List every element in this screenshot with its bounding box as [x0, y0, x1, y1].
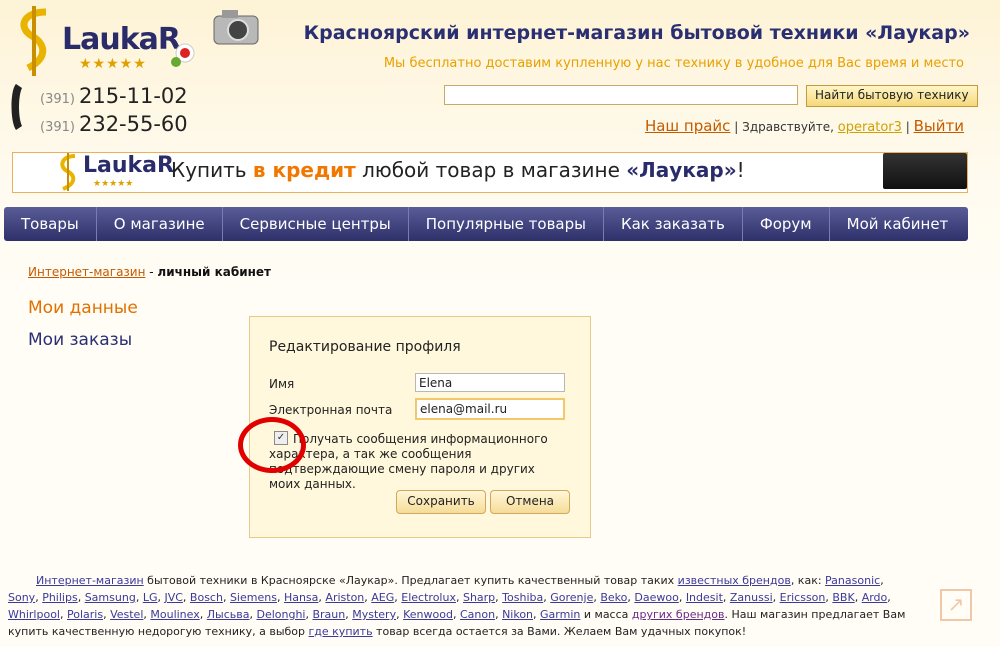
sidebar-my-orders[interactable]: Мои заказы: [28, 330, 132, 350]
footer-brand-link[interactable]: Panasonic: [825, 574, 880, 587]
footer-other-brands-link[interactable]: других брендов: [632, 608, 725, 621]
save-button[interactable]: Сохранить: [396, 490, 486, 514]
price-list-link[interactable]: Наш прайс: [645, 117, 730, 135]
nav-service-centers[interactable]: Сервисные центры: [223, 207, 409, 241]
user-bar: Наш прайс | Здравствуйте, operator3 | Вы…: [645, 117, 964, 135]
credit-banner[interactable]: LaukaR ★★★★★ Купить в кредит любой товар…: [12, 152, 968, 193]
footer-brand-link[interactable]: Samsung: [85, 591, 136, 604]
site-subtitle: Мы бесплатно доставим купленную у нас те…: [383, 56, 964, 71]
site-title: Красноярский интернет-магазин бытовой те…: [303, 22, 970, 44]
footer-brand-link[interactable]: Mystery: [352, 608, 396, 621]
footer-brand-link[interactable]: AEG: [371, 591, 394, 604]
footer-shop-link[interactable]: Интернет-магазин: [36, 574, 144, 587]
footer-brand-link[interactable]: Лысьва: [207, 608, 250, 621]
nav-my-account[interactable]: Мой кабинет: [830, 207, 966, 241]
logout-link[interactable]: Выйти: [914, 117, 964, 135]
footer-brand-link[interactable]: Kenwood: [403, 608, 453, 621]
search-input[interactable]: [444, 85, 798, 105]
phone-1: (391) 215-11-02: [40, 84, 188, 108]
breadcrumb-home-link[interactable]: Интернет-магазин: [28, 265, 145, 279]
username-link[interactable]: operator3: [838, 120, 902, 135]
footer-brand-link[interactable]: Philips: [42, 591, 78, 604]
nav-how-to-order[interactable]: Как заказать: [604, 207, 743, 241]
name-field[interactable]: Elena: [415, 373, 565, 392]
footer-brand-link[interactable]: Delonghi: [256, 608, 305, 621]
camera-icon: [213, 10, 259, 45]
footer-brand-link[interactable]: Zanussi: [730, 591, 773, 604]
main-nav: Товары О магазине Сервисные центры Попул…: [4, 207, 968, 241]
highlight-circle: [238, 417, 306, 473]
banner-text: Купить в кредит любой товар в магазине «…: [171, 158, 745, 182]
footer-brands-link[interactable]: известных брендов: [678, 574, 791, 587]
user-bar-separator: |: [734, 120, 739, 134]
panel-title: Редактирование профиля: [269, 339, 461, 355]
logo-dollar-icon: [20, 6, 47, 76]
footer-brand-link[interactable]: Moulinex: [150, 608, 199, 621]
footer-brand-link[interactable]: JVC: [164, 591, 182, 604]
cancel-button[interactable]: Отмена: [490, 490, 570, 514]
footer-brand-link[interactable]: BBK: [832, 591, 854, 604]
footer-brand-link[interactable]: Canon: [460, 608, 495, 621]
footer-brand-link[interactable]: Daewoo: [634, 591, 678, 604]
site-logo[interactable]: LaukaR ★★★★★: [12, 6, 262, 78]
subscribe-text: Получать сообщения информационного харак…: [269, 432, 548, 491]
footer-brand-link[interactable]: Sharp: [463, 591, 495, 604]
footer-brand-link[interactable]: LG: [143, 591, 158, 604]
footer-brand-link[interactable]: Garmin: [540, 608, 580, 621]
breadcrumb-current: личный кабинет: [157, 265, 271, 279]
footer-brand-link[interactable]: Bosch: [190, 591, 223, 604]
email-label: Электронная почта: [269, 403, 393, 417]
banner-logo-text: LaukaR: [83, 153, 174, 178]
nav-goods[interactable]: Товары: [4, 207, 97, 241]
search-button[interactable]: Найти бытовую технику: [806, 85, 978, 107]
footer-brand-link[interactable]: Ardo: [862, 591, 888, 604]
email-field[interactable]: elena@mail.ru: [415, 398, 565, 420]
name-label: Имя: [269, 377, 295, 391]
user-bar-separator: |: [905, 120, 910, 134]
logo-text: LaukaR: [62, 22, 181, 57]
nav-forum[interactable]: Форум: [743, 207, 830, 241]
ladybug-flower-icon: [171, 43, 195, 67]
footer-brand-link[interactable]: Nikon: [502, 608, 533, 621]
footer-brand-link[interactable]: Indesit: [686, 591, 723, 604]
footer-brand-link[interactable]: Whirlpool: [8, 608, 60, 621]
footer-brand-link[interactable]: Siemens: [230, 591, 277, 604]
footer-brand-link[interactable]: Electrolux: [401, 591, 456, 604]
footer-brand-link[interactable]: Vestel: [110, 608, 143, 621]
footer-brand-link[interactable]: Ariston: [325, 591, 364, 604]
footer-brand-link[interactable]: Polaris: [67, 608, 103, 621]
phone-icon: [11, 84, 22, 130]
footer-brand-link[interactable]: Beko: [600, 591, 627, 604]
logo-stars: ★★★★★: [79, 56, 147, 72]
breadcrumb: Интернет-магазин - личный кабинет: [28, 265, 271, 279]
tv-image: [883, 153, 967, 189]
greeting-text: Здравствуйте,: [742, 120, 834, 134]
footer-brand-link[interactable]: Hansa: [284, 591, 318, 604]
nav-popular[interactable]: Популярные товары: [409, 207, 604, 241]
banner-stars: ★★★★★: [93, 179, 134, 189]
footer-text: Интернет-магазин бытовой техники в Красн…: [8, 574, 906, 638]
scroll-top-icon[interactable]: ↗: [940, 589, 972, 621]
footer-brand-link[interactable]: Toshiba: [502, 591, 543, 604]
footer-where-buy-link[interactable]: где купить: [309, 625, 373, 638]
footer-brand-link[interactable]: Gorenje: [550, 591, 593, 604]
footer-brand-link[interactable]: Ericsson: [780, 591, 826, 604]
phone-2: (391) 232-55-60: [40, 112, 188, 136]
footer-brand-link[interactable]: Sony: [8, 591, 35, 604]
profile-panel: Редактирование профиля Имя Elena Электро…: [249, 316, 591, 538]
footer-brand-link[interactable]: Braun: [312, 608, 345, 621]
banner-logo-icon: [60, 153, 76, 191]
nav-about[interactable]: О магазине: [97, 207, 223, 241]
sidebar-my-data[interactable]: Мои данные: [28, 298, 138, 318]
